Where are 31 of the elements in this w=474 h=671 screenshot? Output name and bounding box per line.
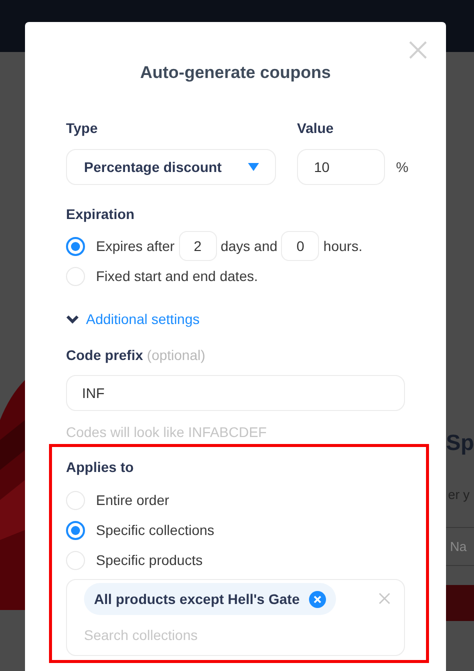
hours-field[interactable]: 0 bbox=[281, 231, 320, 261]
field-label: Type bbox=[66, 119, 99, 138]
radio-label: Specific collections bbox=[96, 522, 214, 538]
type-dropdown[interactable]: Percentage discount bbox=[66, 149, 276, 185]
collection-picker[interactable]: All products except Hell's Gate Search collections bbox=[66, 579, 405, 656]
field-label: Value bbox=[297, 119, 335, 138]
radio-label: days and bbox=[220, 238, 278, 254]
radio-label: Specific products bbox=[96, 552, 203, 568]
dialog-title: Auto-generate coupons bbox=[139, 62, 332, 84]
banner-strip bbox=[446, 585, 474, 621]
radio-button[interactable] bbox=[66, 520, 85, 540]
remove-icon[interactable] bbox=[308, 590, 326, 608]
caret-icon bbox=[248, 163, 259, 171]
chevron-down-icon bbox=[66, 314, 79, 324]
page-tab-label: Na bbox=[450, 539, 467, 554]
radio-label: hours. bbox=[323, 238, 362, 254]
field-label: Code prefix (optional) bbox=[66, 346, 206, 365]
radio-label: Expires after bbox=[96, 238, 175, 254]
collection-tag: All products except Hell's Gate bbox=[84, 583, 336, 615]
close-icon[interactable] bbox=[409, 41, 427, 59]
code-prefix-field[interactable]: INF bbox=[66, 375, 405, 411]
radio-button[interactable] bbox=[66, 236, 85, 256]
hint-text: Codes will look like INFABCDEF bbox=[66, 423, 268, 442]
days-field[interactable]: 2 bbox=[178, 231, 217, 261]
section-label: Expiration bbox=[66, 205, 136, 224]
clear-icon[interactable] bbox=[379, 593, 390, 604]
value-field[interactable]: 10 bbox=[297, 149, 385, 185]
unit-label: % bbox=[396, 158, 408, 177]
section-label: Applies to bbox=[66, 458, 135, 477]
radio-label: Entire order bbox=[96, 492, 170, 508]
radio-label: Fixed start and end dates. bbox=[96, 268, 258, 284]
